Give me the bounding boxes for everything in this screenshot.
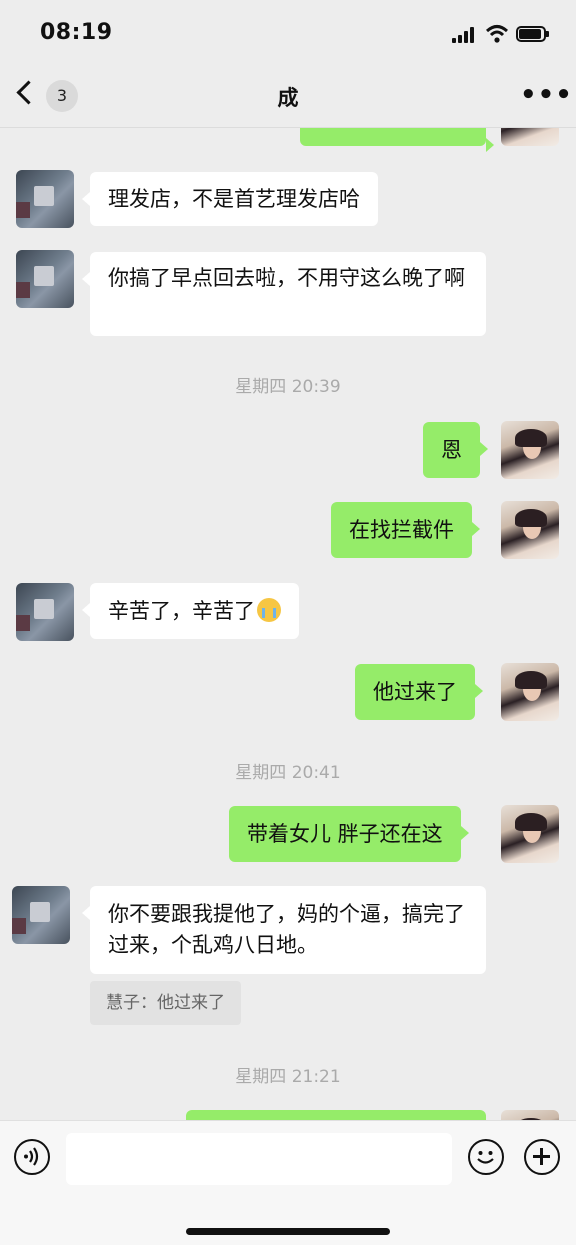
timestamp: 星期四 21:21 (235, 1067, 341, 1087)
message-bubble[interactable]: 你不要跟我提他了，妈的个逼，搞完了过来，个乱鸡八日地。 (82, 886, 486, 974)
avatar[interactable] (501, 421, 559, 479)
smiley-icon (477, 1151, 494, 1164)
avatar[interactable] (16, 583, 74, 641)
avatar[interactable] (501, 128, 559, 146)
home-indicator (186, 1228, 390, 1235)
chat-title: 成 (277, 86, 299, 110)
message-bubble[interactable]: 带着女儿 胖子还在这 (229, 806, 469, 862)
more-dots-icon: ••• (520, 80, 573, 110)
message-bubble-partial[interactable] (300, 128, 494, 152)
avatar[interactable] (501, 663, 559, 721)
nav-bar: 3 成 ••• (0, 66, 576, 128)
avatar[interactable] (501, 501, 559, 559)
more-button[interactable]: ••• (520, 80, 572, 110)
message-bubble[interactable]: 在找拦截件 (331, 502, 480, 558)
emoji-button[interactable] (468, 1139, 504, 1175)
battery-icon (516, 26, 549, 42)
message-text: 辛苦了，辛苦了 (108, 599, 255, 623)
status-bar: 08:19 (0, 0, 576, 66)
crying-emoji-icon (257, 598, 281, 622)
avatar[interactable] (16, 170, 74, 228)
message-bubble[interactable]: 你搞了早点回去啦，不用守这么晚了啊 (82, 252, 486, 336)
message-bubble[interactable]: 理发店，不是首艺理发店哈 (82, 172, 378, 226)
message-input[interactable] (66, 1133, 452, 1185)
avatar[interactable] (501, 1110, 559, 1120)
message-bubble[interactable]: 辛苦了，辛苦了 (82, 583, 299, 639)
voice-button[interactable] (14, 1139, 50, 1175)
quoted-reply[interactable]: 慧子：他过来了 (90, 981, 241, 1025)
signal-icon (452, 27, 476, 43)
voice-icon (24, 1147, 39, 1166)
status-time: 08:19 (40, 20, 113, 45)
wifi-icon (485, 25, 509, 43)
timestamp: 星期四 20:39 (235, 377, 341, 397)
avatar[interactable] (16, 250, 74, 308)
message-bubble-partial[interactable] (186, 1110, 486, 1120)
message-bubble[interactable]: 恩 (423, 422, 488, 478)
chat-area[interactable]: 理发店，不是首艺理发店哈 你搞了早点回去啦，不用守这么晚了啊 星期四 20:39… (0, 128, 576, 1120)
plus-button[interactable] (524, 1139, 560, 1175)
message-bubble[interactable]: 他过来了 (355, 664, 483, 720)
timestamp: 星期四 20:41 (235, 763, 341, 783)
avatar[interactable] (501, 805, 559, 863)
input-bar (0, 1120, 576, 1245)
avatar[interactable] (12, 886, 70, 944)
